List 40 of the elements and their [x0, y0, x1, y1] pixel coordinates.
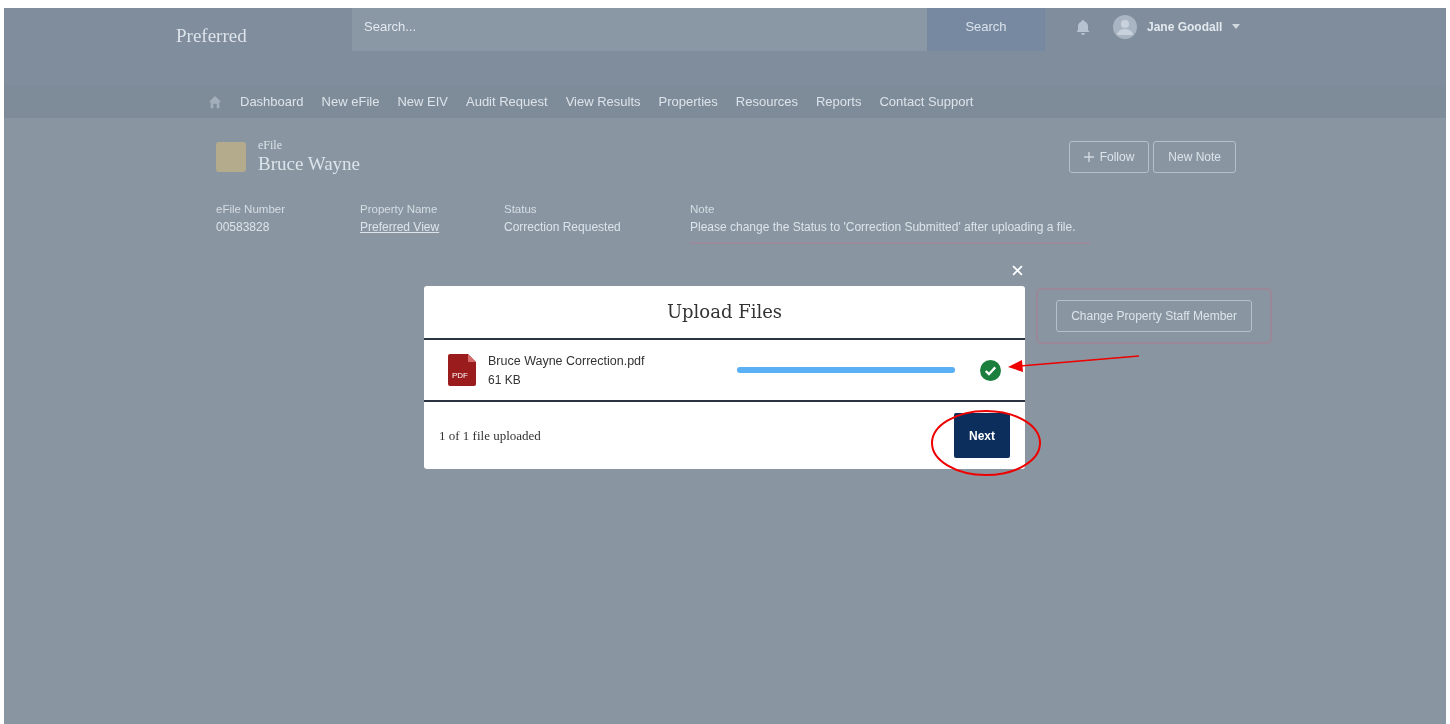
nav-link[interactable]: New EIV [397, 94, 448, 109]
nav-link[interactable]: Resources [735, 94, 798, 109]
avatar-icon[interactable] [1113, 14, 1137, 39]
nav-link[interactable]: New eFile [321, 94, 380, 109]
nav-link[interactable]: View Results [565, 94, 641, 109]
file-type-label: PDF [452, 371, 468, 380]
search-button[interactable]: Search [927, 8, 1045, 51]
field-label: Note [690, 203, 716, 215]
next-button[interactable]: Next [954, 413, 1010, 458]
record-title: Bruce Wayne [258, 153, 361, 175]
nav-link[interactable]: Audit Request [466, 94, 548, 109]
file-name: Bruce Wayne Correction.pdf [488, 353, 646, 368]
bell-icon[interactable] [1075, 18, 1091, 35]
dialog-title: Upload Files [424, 286, 1025, 340]
nav-link[interactable]: Properties [658, 94, 718, 109]
home-icon[interactable] [208, 94, 222, 109]
pdf-file-icon [448, 354, 476, 386]
nav-link[interactable]: Reports [815, 94, 862, 109]
action-button[interactable]: New Note [1153, 140, 1236, 173]
upload-summary: 1 of 1 file uploaded [439, 427, 541, 444]
nav-link[interactable]: Dashboard [240, 94, 304, 109]
field-value: 00583828 [216, 220, 271, 234]
search-field[interactable]: Search... [352, 8, 927, 51]
field-link[interactable]: Preferred View [360, 220, 504, 234]
record-type: eFile [258, 138, 283, 153]
nav-link[interactable]: Contact Support [879, 94, 974, 109]
field-label: Status [504, 203, 538, 215]
close-icon[interactable] [1012, 265, 1023, 276]
field-label: eFile Number [216, 203, 287, 215]
file-size: 61 KB [488, 372, 522, 387]
plus-icon [1083, 151, 1094, 162]
logo: Preferred [176, 24, 248, 47]
caret-icon[interactable] [1232, 24, 1241, 29]
record-icon [216, 141, 246, 172]
field-label: Property Name [360, 203, 439, 215]
field-value: Correction Requested [504, 220, 622, 234]
action-button[interactable]: Follow [1068, 140, 1150, 173]
note-text: Please change the Status to 'Correction Submitted' after uploading a file. [690, 220, 1077, 234]
user-menu[interactable]: Jane Goodall [1141, 18, 1229, 35]
change-staff-button[interactable]: Change Property Staff Member [1056, 300, 1252, 332]
